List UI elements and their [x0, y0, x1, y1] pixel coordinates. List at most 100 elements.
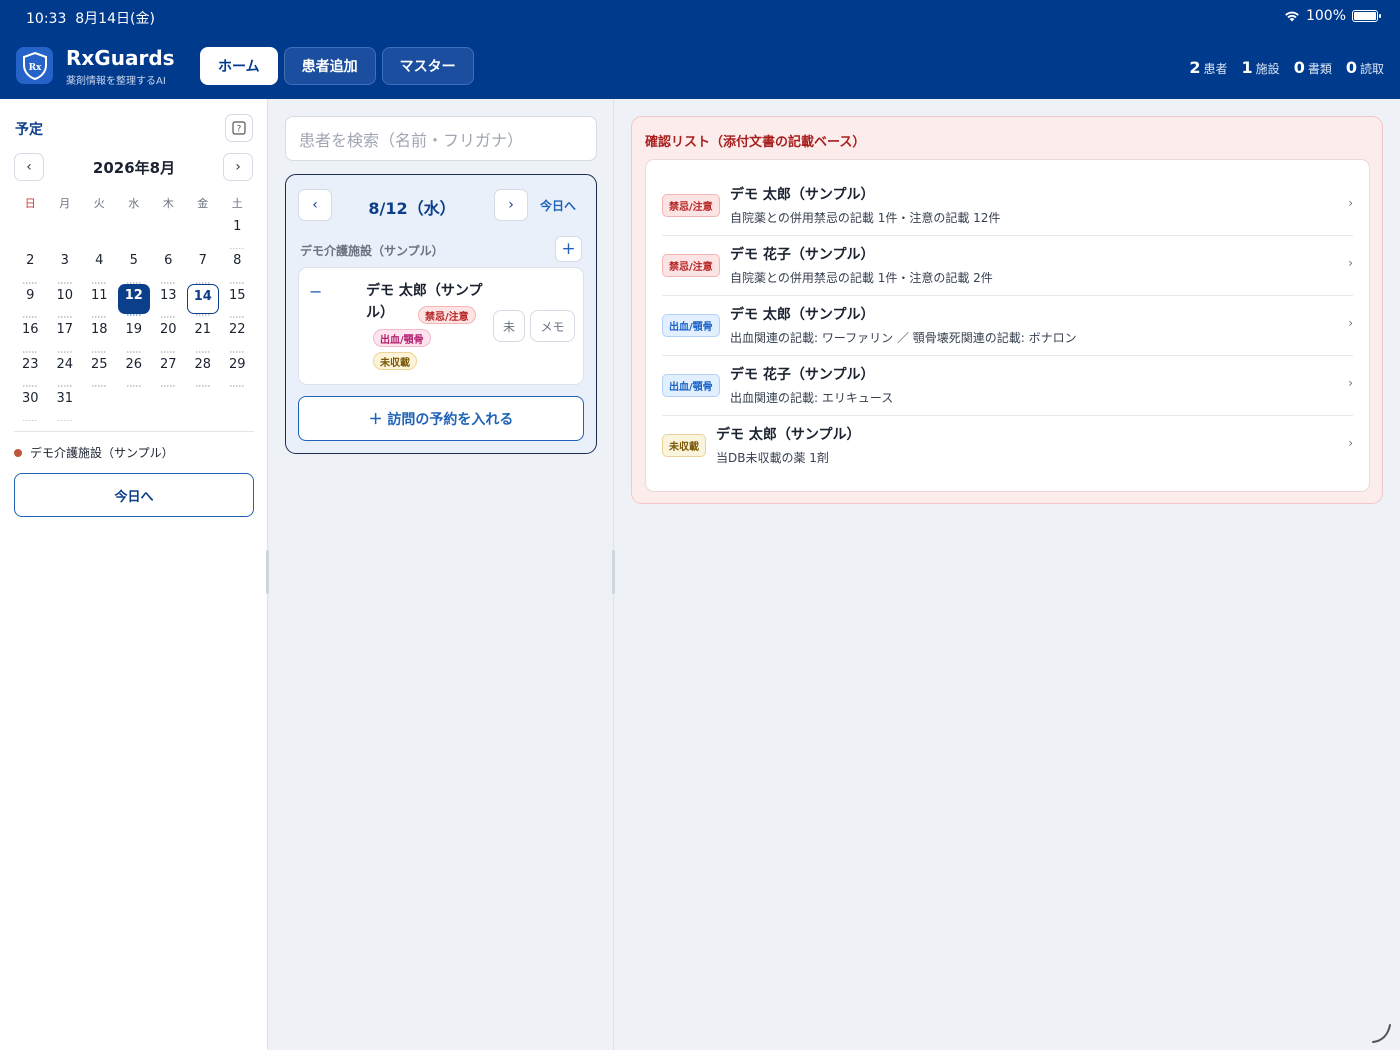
calendar-day[interactable]: 15 — [220, 284, 255, 319]
stat-scans: 0 読取 — [1345, 58, 1384, 77]
add-patient-to-day-button[interactable]: + — [555, 236, 582, 262]
calendar-month: 2026年8月 — [92, 159, 176, 177]
column-resize-handle[interactable] — [612, 550, 615, 594]
day-prev-button[interactable]: ‹ — [298, 189, 332, 221]
calendar-day[interactable]: 1 — [220, 215, 255, 250]
calendar-day[interactable]: 8 — [220, 249, 255, 284]
calendar-day-number: 28 — [194, 356, 212, 372]
calendar-day[interactable]: 9 — [13, 284, 48, 319]
calendar-today-button[interactable]: 今日へ — [14, 473, 254, 517]
calendar-day[interactable]: 29 — [220, 353, 255, 387]
calendar-day[interactable]: 16 — [13, 318, 48, 353]
calendar-day[interactable]: 19 — [117, 318, 152, 353]
calendar-day[interactable]: 30 — [13, 387, 48, 422]
calendar-day-number: 29 — [228, 356, 246, 372]
calendar-day[interactable]: 2 — [13, 249, 48, 284]
status-time: 10:33 8月14日(金) — [26, 8, 155, 28]
calendar-day[interactable]: 3 — [48, 249, 83, 284]
calendar-day-number: 8 — [233, 253, 242, 269]
legend-facility-label: デモ介護施設（サンプル） — [30, 446, 174, 460]
calendar-prev-button[interactable]: ‹ — [14, 153, 44, 181]
visit-status-button[interactable]: 未 — [493, 310, 525, 342]
day-schedule-dots — [195, 313, 210, 316]
item-description: 自院薬との併用禁忌の記載 1件・注意の記載 12件 — [730, 211, 1001, 225]
day-today-link[interactable]: 今日へ — [540, 197, 576, 214]
calendar-day[interactable]: 7 — [186, 249, 221, 284]
nav-home-button[interactable]: ホーム — [200, 47, 278, 85]
item-description: 自院薬との併用禁忌の記載 1件・注意の記載 2件 — [730, 271, 993, 285]
calendar-day-number: 6 — [164, 253, 173, 269]
facility-legend: デモ介護施設（サンプル） — [14, 444, 174, 461]
calendar-empty-cell — [151, 215, 186, 249]
calendar-day-number: 26 — [125, 356, 143, 372]
calendar-day[interactable]: 21 — [186, 318, 221, 353]
calendar-day[interactable]: 28 — [186, 353, 221, 387]
wifi-icon — [1285, 11, 1299, 22]
chevron-right-icon: › — [1348, 196, 1353, 210]
calendar-day[interactable]: 31 — [48, 387, 83, 422]
calendar-day[interactable]: 22 — [220, 318, 255, 353]
day-date: 8/12（水） — [368, 199, 456, 218]
badge-contraindication: 禁忌/注意 — [662, 194, 720, 217]
calendar-day[interactable]: 17 — [48, 318, 83, 353]
calendar-day[interactable]: 5 — [117, 249, 152, 284]
day-schedule-dots — [126, 313, 141, 316]
calendar-day[interactable]: 25 — [82, 353, 117, 387]
patient-visit-card[interactable]: − デモ 太郎（サンプル） 禁忌/注意 出血/顎骨 未収載 未 メモ — [298, 267, 584, 385]
badge-unlisted: 未収載 — [662, 434, 706, 457]
calendar-empty-cell — [117, 215, 152, 249]
day-schedule-dots — [195, 385, 210, 387]
check-list-item[interactable]: 未収載 デモ 太郎（サンプル） 当DB未収載の薬 1剤 › — [662, 416, 1353, 476]
calendar-day[interactable]: 18 — [82, 318, 117, 353]
calendar-day-number: 31 — [56, 390, 74, 406]
calendar-day[interactable]: 4 — [82, 249, 117, 284]
memo-button[interactable]: メモ — [530, 310, 575, 342]
add-visit-button[interactable]: ＋ 訪問の予約を入れる — [298, 396, 584, 441]
check-list-item[interactable]: 禁忌/注意 デモ 花子（サンプル） 自院薬との併用禁忌の記載 1件・注意の記載 … — [662, 236, 1353, 296]
nav-master-button[interactable]: マスター — [381, 47, 474, 85]
calendar-empty-cell — [82, 215, 117, 249]
calendar-day[interactable]: 24 — [48, 353, 83, 387]
calendar-day-number: 11 — [90, 287, 108, 303]
calendar-day[interactable]: 6 — [151, 249, 186, 284]
calendar-empty-cell — [186, 215, 221, 249]
day-schedule-dots — [92, 385, 107, 387]
calendar-day[interactable]: 13 — [151, 284, 186, 319]
app-logo: Rx — [16, 47, 53, 84]
calendar-day[interactable]: 12 — [117, 283, 152, 318]
calendar-day-number: 1 — [233, 219, 242, 234]
calendar-day[interactable]: 10 — [48, 284, 83, 319]
chevron-right-icon: › — [1348, 436, 1353, 450]
calendar-day[interactable]: 23 — [13, 353, 48, 387]
calendar-day-number: 22 — [228, 322, 246, 338]
logo-text: Rx — [28, 63, 41, 73]
calendar-day[interactable]: 20 — [151, 318, 186, 353]
check-list-title: 確認リスト（添付文書の記載ベース） — [645, 135, 866, 150]
calendar-day-number: 18 — [90, 322, 108, 338]
check-list-item[interactable]: 出血/顎骨 デモ 太郎（サンプル） 出血関連の記載: ワーファリン ／ 顎骨壊死… — [662, 296, 1353, 356]
calendar-day[interactable]: 14 — [186, 283, 221, 318]
item-description: 出血関連の記載: ワーファリン ／ 顎骨壊死関連の記載: ボナロン — [730, 331, 1077, 345]
shield-logo-icon: Rx — [22, 51, 47, 80]
check-list-panel: 確認リスト（添付文書の記載ベース） 禁忌/注意 デモ 太郎（サンプル） 自院薬と… — [631, 116, 1383, 504]
day-next-button[interactable]: › — [494, 189, 528, 221]
calendar-empty-cell — [48, 215, 83, 249]
day-schedule-dots — [126, 385, 141, 387]
calendar-day[interactable]: 26 — [117, 353, 152, 387]
patient-search-input[interactable]: 患者を検索（名前・フリガナ） — [285, 116, 597, 161]
calendar-day[interactable]: 27 — [151, 353, 186, 387]
resize-corner-icon[interactable] — [1370, 1021, 1394, 1045]
nav-add-patient-button[interactable]: 患者追加 — [283, 47, 376, 85]
chevron-right-icon: › — [1348, 316, 1353, 330]
calendar-next-button[interactable]: › — [223, 153, 253, 181]
check-list-item[interactable]: 禁忌/注意 デモ 太郎（サンプル） 自院薬との併用禁忌の記載 1件・注意の記載 … — [662, 176, 1353, 236]
calendar-day-number: 2 — [26, 253, 35, 269]
app-title: RxGuards — [66, 46, 175, 70]
calendar-day-number: 25 — [90, 356, 108, 372]
weekday-label: 土 — [231, 197, 243, 210]
help-button[interactable]: ? — [225, 114, 253, 142]
collapse-toggle-icon[interactable]: − — [309, 282, 322, 301]
calendar-day[interactable]: 11 — [82, 284, 117, 319]
calendar-day-number: 9 — [26, 287, 35, 303]
check-list-item[interactable]: 出血/顎骨 デモ 花子（サンプル） 出血関連の記載: エリキュース › — [662, 356, 1353, 416]
